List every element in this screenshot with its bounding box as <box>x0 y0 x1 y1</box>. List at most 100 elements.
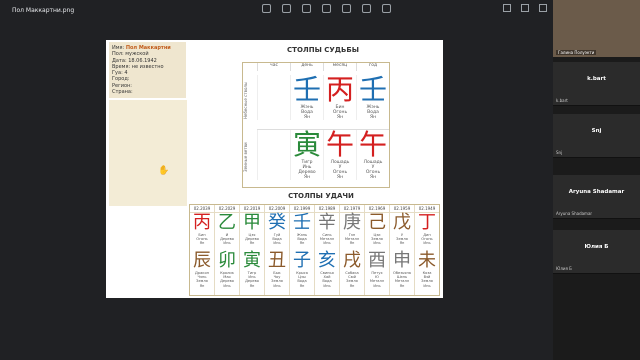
viewer-toolbar <box>262 4 391 13</box>
participant-name: Snj <box>591 128 602 134</box>
participant-name: k.bart <box>587 76 606 82</box>
destiny-branch-glyph: 寅 <box>292 128 321 161</box>
luck-branch-glyph: 卯 <box>218 250 236 271</box>
participant-name: Aryuna Shadamar <box>568 189 625 195</box>
close-icon[interactable] <box>539 4 547 12</box>
participant-tile[interactable]: Snj Snj <box>553 114 640 158</box>
luck-branch-meaning: Бык Чоу Земля Инь <box>271 271 283 288</box>
luck-branch-glyph: 亥 <box>318 250 336 271</box>
luck-stem-glyph: 庚 <box>343 212 361 233</box>
self-name: Галина Полуэкти <box>556 50 597 55</box>
luck-branch-glyph: 丑 <box>268 250 286 271</box>
destiny-branch: 午 Лошадь У Огонь Ян <box>323 130 356 180</box>
settings-icon[interactable] <box>362 4 371 13</box>
window-controls <box>503 4 547 12</box>
luck-branch-glyph: 子 <box>293 250 311 271</box>
luck-branch-meaning: Свинья Хай Вода Инь <box>320 271 334 288</box>
rotate-icon[interactable] <box>302 4 311 13</box>
luck-stem-glyph: 辛 <box>318 212 336 233</box>
participant-name: Юлия Б <box>584 244 609 250</box>
luck-column: 02.2029 乙 И Дерево Инь 卯 Кролик Мао Дерево И… <box>214 205 239 295</box>
destiny-stem: 壬 Жэнь Вода Ян <box>356 75 389 120</box>
side-panel <box>109 100 187 206</box>
header-year: год <box>356 63 389 71</box>
luck-stem-meaning: Синь Металл Инь <box>319 233 335 246</box>
participant-small-name: Snj <box>556 150 563 155</box>
luck-branch-meaning: Дракон Чэнь Земля Ян <box>194 271 209 288</box>
window-title: Пол Маккартни.png <box>12 6 75 14</box>
destiny-stem-glyph: 壬 <box>358 73 387 106</box>
header-day: день <box>290 63 323 71</box>
delete-icon[interactable] <box>322 4 331 13</box>
luck-stem-meaning: Цзи Земля Инь <box>371 233 383 246</box>
hand-cursor-icon: ✋ <box>158 166 170 176</box>
more-icon[interactable] <box>382 4 391 13</box>
header-hour: час <box>257 63 290 71</box>
destiny-branch-glyph: 午 <box>358 128 387 161</box>
destiny-stem-glyph: 壬 <box>292 73 321 106</box>
destiny-stem-meaning: Жэнь Вода Ян <box>366 105 380 120</box>
edit-icon[interactable] <box>282 4 291 13</box>
luck-branch-meaning: Собака Сюй Земля Ян <box>345 271 359 288</box>
person-info: Имя: Пол Маккартни Пол: мужской Дата: 18… <box>109 42 186 98</box>
maximize-icon[interactable] <box>521 4 529 12</box>
luck-column: 02.1949 丁 Дин Огонь Инь 未 Коза Вэй Земля Инь <box>414 205 439 295</box>
luck-stem-glyph: 戊 <box>393 212 411 233</box>
branches-row: 寅 Тигр Инь Дерево Ян 午 Лошадь У Огонь Ян 午 Ло… <box>257 129 389 180</box>
luck-stem-meaning: Гуй Вода Инь <box>272 233 282 246</box>
luck-stem-glyph: 甲 <box>243 212 261 233</box>
luck-branch-meaning: Петух Ю Металл Инь <box>369 271 385 288</box>
luck-column: 02.1969 己 Цзи Земля Инь 酉 Петух Ю Металл Инь <box>364 205 389 295</box>
luck-stem-meaning: Цзя Дерево Ян <box>245 233 259 246</box>
luck-column: 02.2019 甲 Цзя Дерево Ян 寅 Тигр Инь Дерево Ян <box>239 205 264 295</box>
luck-stem-glyph: 乙 <box>218 212 236 233</box>
luck-stem-glyph: 癸 <box>268 212 286 233</box>
destiny-branch <box>257 130 290 180</box>
luck-branch-meaning: Тигр Инь Дерево Ян <box>245 271 259 288</box>
luck-stem-meaning: Дин Огонь Инь <box>421 233 433 246</box>
destiny-stem-meaning: Жэнь Вода Ян <box>300 105 314 120</box>
luck-stem-glyph: 丙 <box>193 212 211 233</box>
luck-column: 02.1999 壬 Жэнь Вода Ян 子 Крыса Цзы Вода Ян <box>289 205 314 295</box>
luck-branch-meaning: Коза Вэй Земля Инь <box>421 271 433 288</box>
self-video-tile: Галина Полуэкти <box>553 0 640 57</box>
header-month: месяц <box>323 63 356 71</box>
minimize-icon[interactable] <box>503 4 511 12</box>
participant-small-name: k.bart <box>556 98 568 103</box>
luck-column: 02.1979 庚 Гэн Металл Ян 戌 Собака Сюй Земля Я… <box>339 205 364 295</box>
viewer-titlebar: Пол Маккартни.png <box>0 0 553 20</box>
luck-stem-meaning: У Земля Ян <box>396 233 408 246</box>
destiny-headers: час день месяц год <box>257 63 389 71</box>
print-icon[interactable] <box>342 4 351 13</box>
stems-row: 壬 Жэнь Вода Ян 丙 Бин Огонь Ян 壬 Жэнь Вода Ян <box>257 75 389 120</box>
participant-tile[interactable]: Aryuna Shadamar Aryuna Shadamar <box>553 175 640 219</box>
participants-panel: Галина Полуэкти k.bart k.bart Snj Snj Ar… <box>553 0 640 360</box>
destiny-title: СТОЛПЫ СУДЬБЫ <box>287 46 359 54</box>
luck-branch-meaning: Крыса Цзы Вода Ян <box>296 271 308 288</box>
destiny-stem-meaning: Бин Огонь Ян <box>332 105 348 120</box>
destiny-branch-meaning: Тигр Инь Дерево Ян <box>298 160 316 180</box>
participant-tile[interactable]: Юлия Б Юлия Б <box>553 230 640 274</box>
image-canvas: Имя: Пол Маккартни Пол: мужской Дата: 18… <box>106 40 443 298</box>
luck-branch-meaning: Кролик Мао Дерево Инь <box>220 271 234 288</box>
luck-stem-meaning: Бин Огонь Ян <box>196 233 208 246</box>
destiny-stem-glyph: 丙 <box>325 73 354 106</box>
luck-branch-glyph: 酉 <box>368 250 386 271</box>
destiny-pillars: час день месяц год Небесные стволы Земны… <box>242 62 390 188</box>
luck-branch-glyph: 戌 <box>343 250 361 271</box>
destiny-branch-glyph: 午 <box>325 128 354 161</box>
luck-column: 02.2009 癸 Гуй Вода Инь 丑 Бык Чоу Земля Инь <box>264 205 289 295</box>
destiny-stem <box>257 75 290 120</box>
country-line: Страна: <box>112 89 133 96</box>
luck-pillars: 02.2039 丙 Бин Огонь Ян 辰 Дракон Чэнь Земля Я… <box>189 204 440 296</box>
destiny-stem: 壬 Жэнь Вода Ян <box>290 75 323 120</box>
luck-stem-meaning: И Дерево Инь <box>220 233 234 246</box>
destiny-branch-meaning: Лошадь У Огонь Ян <box>363 160 383 180</box>
luck-branch-glyph: 未 <box>418 250 436 271</box>
luck-stem-meaning: Гэн Металл Ян <box>344 233 360 246</box>
participant-tile[interactable]: k.bart k.bart <box>553 62 640 106</box>
luck-branch-glyph: 辰 <box>193 250 211 271</box>
crop-icon[interactable] <box>262 4 271 13</box>
destiny-branch: 寅 Тигр Инь Дерево Ян <box>290 130 323 180</box>
luck-column: 02.1959 戊 У Земля Ян 申 Обезьяна Шэнь Металл … <box>389 205 414 295</box>
